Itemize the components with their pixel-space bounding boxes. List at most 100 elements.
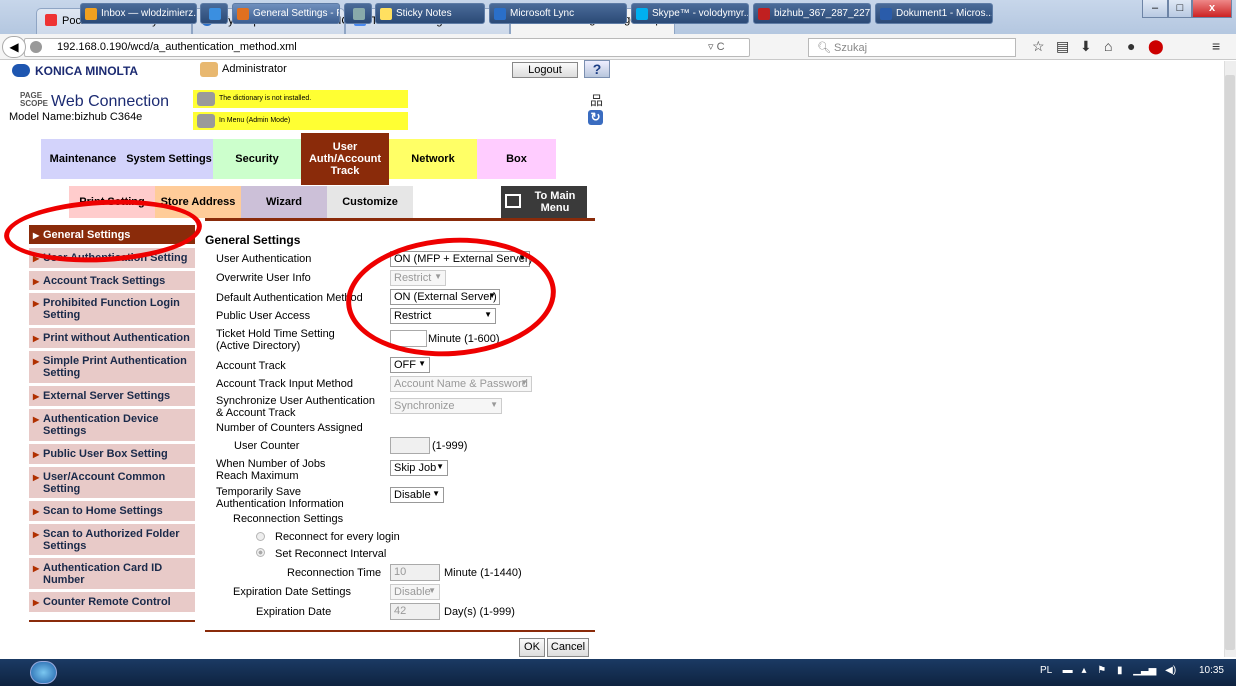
lync-icon: [494, 8, 506, 20]
content-divider: [205, 218, 595, 221]
battery-icon[interactable]: ▮: [1117, 665, 1123, 676]
taskbar-item-lync[interactable]: Microsoft Lync: [489, 3, 627, 24]
sitemap-icon[interactable]: 品: [590, 90, 603, 109]
network-icon[interactable]: ▁▃▅: [1133, 665, 1156, 676]
default-method-label: Default Authentication Method: [216, 292, 363, 304]
scrollbar-thumb[interactable]: [1225, 75, 1235, 650]
reconnect-interval-label: Set Reconnect Interval: [275, 548, 387, 560]
home-icon[interactable]: ⌂: [1104, 38, 1112, 54]
menu-external-server-settings[interactable]: ▶ External Server Settings: [29, 386, 195, 407]
menu-simple-print-authentication[interactable]: ▶ Simple Print Authentication Setting: [29, 351, 195, 384]
user-counter-input[interactable]: [390, 437, 430, 454]
tab-maintenance[interactable]: Maintenance: [41, 139, 125, 179]
url-text: 192.168.0.190/wcd/a_authentication_metho…: [57, 41, 297, 53]
adblock-icon[interactable]: ⬤: [1148, 38, 1164, 55]
address-bar[interactable]: 192.168.0.190/wcd/a_authentication_metho…: [24, 38, 750, 57]
back-button[interactable]: ◀: [2, 36, 26, 58]
menu-icon[interactable]: ≡: [1212, 38, 1220, 54]
taskbar-item-ie[interactable]: [200, 3, 228, 24]
menu-counter-remote-control[interactable]: ▶ Counter Remote Control: [29, 592, 195, 613]
tab-system-settings[interactable]: System Settings: [125, 139, 213, 179]
outlook-icon: [85, 8, 97, 20]
bookmarks-list-icon[interactable]: ▤: [1056, 38, 1069, 55]
max-jobs-label: When Number of Jobs Reach Maximum: [216, 458, 326, 482]
download-icon[interactable]: ⬇: [1080, 38, 1092, 55]
word-icon: [880, 8, 892, 20]
sync-select[interactable]: Synchronize ▼: [390, 398, 502, 414]
maximize-button[interactable]: □: [1168, 0, 1192, 18]
chat-icon[interactable]: ●: [1127, 38, 1135, 54]
taskbar-item-explorer[interactable]: [344, 3, 372, 24]
tab-box[interactable]: Box: [477, 139, 556, 179]
overwrite-label: Overwrite User Info: [216, 272, 311, 284]
keyboard-icon[interactable]: ▬: [1063, 665, 1073, 676]
search-input[interactable]: 🔍︎ Szukaj: [808, 38, 1016, 57]
help-button[interactable]: ?: [584, 60, 610, 78]
taskbar-item-outlook[interactable]: Inbox — wlodzimierz...: [80, 3, 197, 24]
to-main-menu-button[interactable]: To Main Menu: [501, 186, 587, 218]
main-menu-icon: [505, 194, 521, 208]
menu-authentication-card-id[interactable]: ▶ Authentication Card ID Number: [29, 558, 195, 590]
dictionary-icon: [197, 92, 215, 106]
menu-prohibited-function-login[interactable]: ▶ Prohibited Function Login Setting: [29, 293, 195, 326]
menu-public-user-box-setting[interactable]: ▶ Public User Box Setting: [29, 444, 195, 465]
logout-button[interactable]: Logout: [512, 62, 578, 78]
start-button[interactable]: [30, 661, 57, 684]
menu-user-account-common-setting[interactable]: ▶ User/Account Common Setting: [29, 467, 195, 499]
volume-icon[interactable]: ◀): [1165, 665, 1176, 676]
search-placeholder: Szukaj: [834, 42, 868, 54]
input-method-select[interactable]: Account Name & Password ▼: [390, 376, 532, 392]
tab-customize[interactable]: Customize: [327, 186, 413, 218]
bookmark-star-icon[interactable]: ☆: [1032, 38, 1045, 55]
menu-print-without-authentication[interactable]: ▶ Print without Authentication: [29, 328, 195, 349]
max-jobs-select[interactable]: Skip Job ▼: [390, 460, 448, 476]
tab-security[interactable]: Security: [213, 139, 301, 179]
reconnect-time-input[interactable]: 10: [390, 564, 440, 581]
language-indicator[interactable]: PL: [1040, 665, 1052, 676]
menu-scan-to-authorized-folder[interactable]: ▶ Scan to Authorized Folder Settings: [29, 524, 195, 556]
menu-scan-to-home-settings[interactable]: ▶ Scan to Home Settings: [29, 501, 195, 522]
pagescope-mark: PAGE SCOPE: [20, 91, 49, 108]
temp-save-select[interactable]: Disable ▼: [390, 487, 444, 503]
show-hidden-icons-icon[interactable]: ▴: [1081, 665, 1086, 676]
taskbar-item-sticky-notes[interactable]: Sticky Notes: [375, 3, 485, 24]
tab-network[interactable]: Network: [389, 139, 477, 179]
flag-icon[interactable]: ⚑: [1097, 665, 1106, 676]
reconnect-interval-radio[interactable]: [256, 548, 265, 557]
ok-button[interactable]: OK: [519, 638, 545, 657]
clock[interactable]: 10:35: [1199, 665, 1224, 676]
taskbar-item-firefox[interactable]: General Settings - Pa...: [232, 3, 340, 24]
admin-user-icon: [200, 62, 218, 77]
minimize-button[interactable]: –: [1142, 0, 1168, 18]
taskbar-item-pdf[interactable]: bizhub_367_287_227_...: [753, 3, 871, 24]
system-tray: PL ▬ ▴ ⚑ ▮ ▁▃▅ ◀) 10:35: [1040, 665, 1224, 676]
account-track-select[interactable]: OFF ▼: [390, 357, 430, 373]
cancel-button[interactable]: Cancel: [547, 638, 589, 657]
tab-wizard[interactable]: Wizard: [241, 186, 327, 218]
expiration-date-label: Expiration Date: [256, 606, 332, 618]
public-access-label: Public User Access: [216, 310, 311, 322]
tab-user-auth-account-track[interactable]: User Auth/Account Track: [301, 133, 389, 185]
site-info-icon[interactable]: [30, 41, 42, 53]
ie-icon: [209, 8, 221, 20]
expiration-settings-select[interactable]: Disable ▼: [390, 584, 440, 600]
user-counter-range: (1-999): [432, 440, 468, 452]
form-bottom-line: [205, 630, 595, 632]
menu-authentication-device-settings[interactable]: ▶ Authentication Device Settings: [29, 409, 195, 442]
skype-icon: [636, 8, 648, 20]
expiration-settings-label: Expiration Date Settings: [233, 586, 352, 598]
reconnect-every-radio[interactable]: [256, 532, 265, 541]
folder-icon: [353, 8, 365, 20]
taskbar-item-skype[interactable]: Skype™ - volodymyr...: [631, 3, 749, 24]
close-window-button[interactable]: x: [1192, 0, 1232, 18]
window-controls: – □ x: [1142, 0, 1232, 20]
taskbar-item-word[interactable]: Dokument1 - Micros...: [875, 3, 993, 24]
reload-icon[interactable]: ▿ C: [708, 40, 725, 53]
reconnect-label: Reconnection Settings: [233, 513, 344, 525]
reconnect-time-label: Reconnection Time: [287, 567, 382, 579]
menu-account-track-settings[interactable]: ▶ Account Track Settings: [29, 271, 195, 291]
counters-label: Number of Counters Assigned: [216, 422, 363, 434]
expiration-date-input[interactable]: 42: [390, 603, 440, 620]
account-track-label: Account Track: [216, 360, 286, 372]
refresh-icon[interactable]: ↻: [588, 110, 603, 125]
